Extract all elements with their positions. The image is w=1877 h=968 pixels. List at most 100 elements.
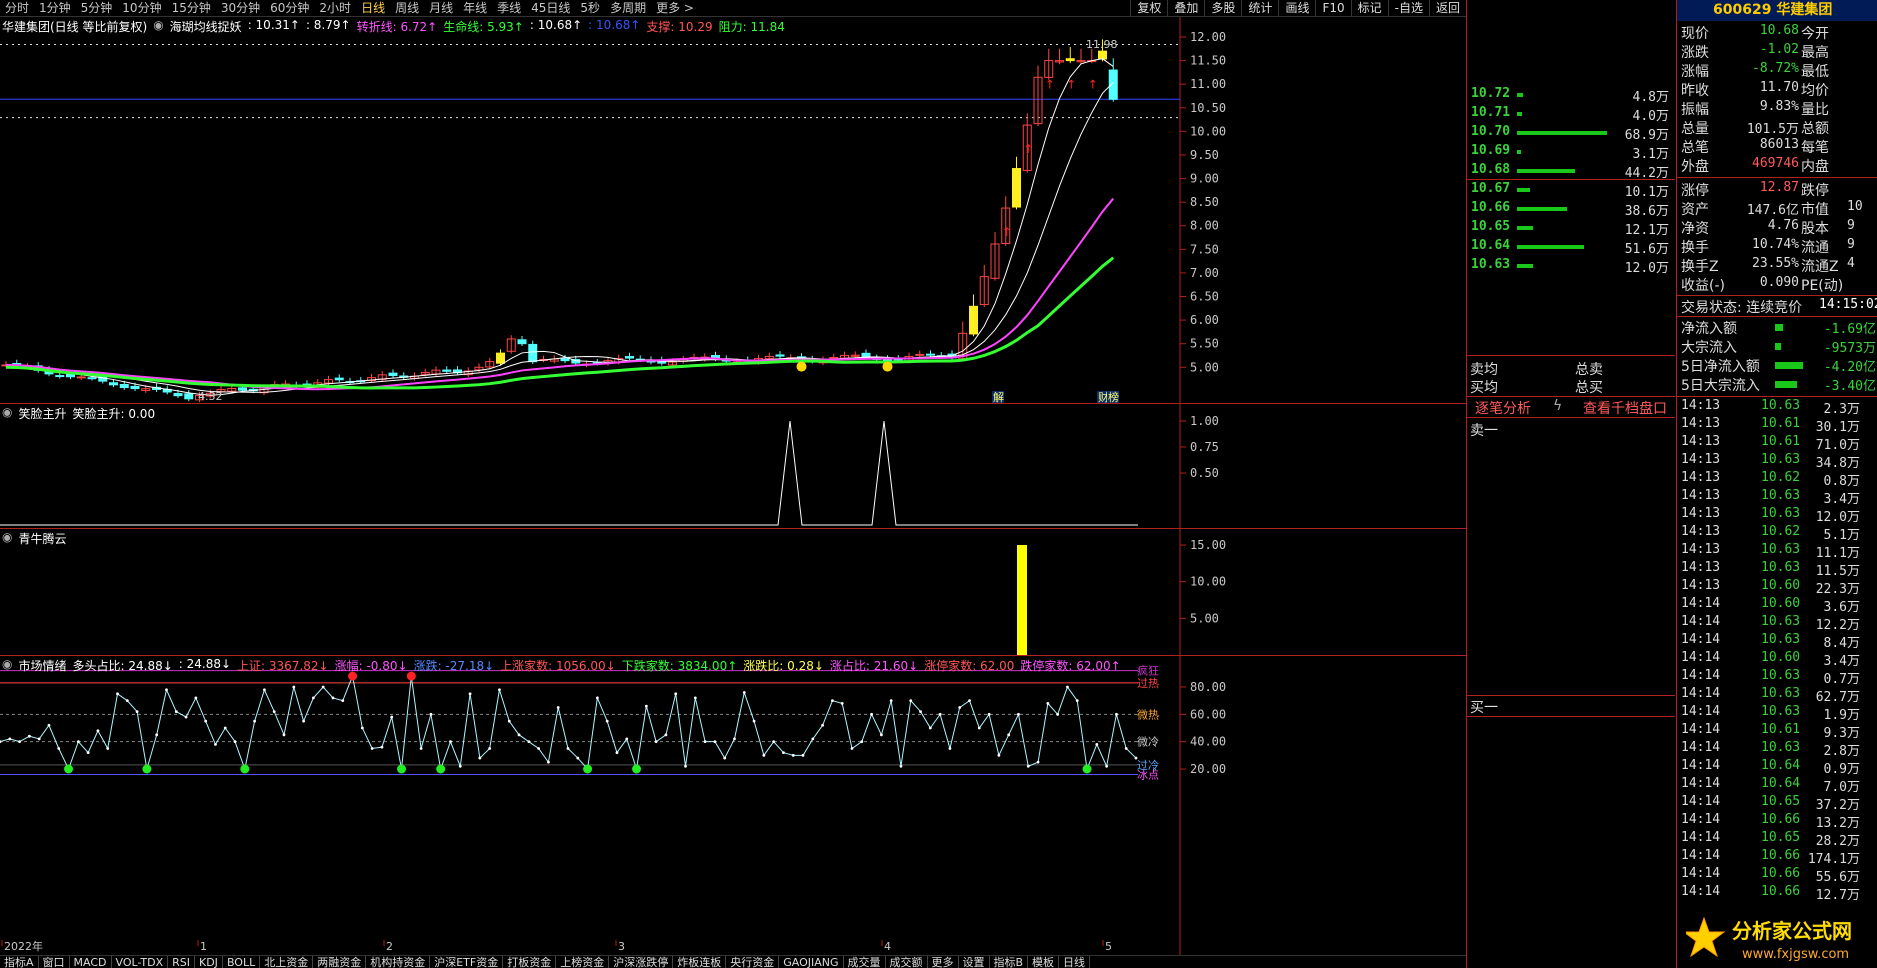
period-tab-6[interactable]: 60分钟 <box>265 0 314 17</box>
period-tab-14[interactable]: 5秒 <box>575 0 605 17</box>
indicator-tab-19[interactable]: 更多 <box>928 956 959 968</box>
period-tab-5[interactable]: 30分钟 <box>216 0 265 17</box>
period-tab-0[interactable]: 分时 <box>0 0 34 17</box>
indicator-tab-18[interactable]: 成交额 <box>886 956 928 968</box>
tick-row[interactable]: 14:14 10.65 28.2万 <box>1677 830 1877 849</box>
indicator-tab-6[interactable]: BOLL <box>223 956 261 968</box>
qiniu-panel[interactable]: ◉ 青牛腾云 15.00 10.00 5.00 <box>0 529 1466 656</box>
indicator-tab-23[interactable]: 日线 <box>1059 956 1091 968</box>
indicator-tab-17[interactable]: 成交量 <box>844 956 886 968</box>
order-book-row[interactable]: 10.64 51.6万 <box>1467 238 1675 257</box>
indicator-tab-4[interactable]: RSI <box>168 956 195 968</box>
indicator-tab-14[interactable]: 炸板连板 <box>673 956 727 968</box>
indicator-tab-3[interactable]: VOL-TDX <box>112 956 169 968</box>
tick-row[interactable]: 14:14 10.63 8.4万 <box>1677 632 1877 651</box>
tick-row[interactable]: 14:14 10.64 7.0万 <box>1677 776 1877 795</box>
sentiment-panel[interactable]: ◉ 市场情绪 多头占比: 24.88↓: 24.88↓ 上证: 3367.82↓ 涨… <box>0 656 1466 955</box>
tick-row[interactable]: 14:14 10.60 3.6万 <box>1677 596 1877 615</box>
order-book-row[interactable]: 10.65 12.1万 <box>1467 219 1675 238</box>
tick-row[interactable]: 14:13 10.63 12.0万 <box>1677 506 1877 525</box>
order-book-row[interactable]: 10.66 38.6万 <box>1467 200 1675 219</box>
tick-row[interactable]: 14:14 10.63 2.8万 <box>1677 740 1877 759</box>
indicator-tab-13[interactable]: 沪深涨跌停 <box>609 956 674 968</box>
order-book-row[interactable]: 10.69 3.1万 <box>1467 143 1675 162</box>
indicator-tab-9[interactable]: 机构持资金 <box>366 956 431 968</box>
tick-row[interactable]: 14:13 10.63 11.5万 <box>1677 560 1877 579</box>
period-tab-9[interactable]: 周线 <box>390 0 424 17</box>
tick-row[interactable]: 14:14 10.66 13.2万 <box>1677 812 1877 831</box>
tick-row[interactable]: 14:13 10.61 71.0万 <box>1677 434 1877 453</box>
kline-chart[interactable]: 12.00 11.50 11.00 10.50 10.00 9.50 9.00 8.50 8.0… <box>0 17 1466 404</box>
indicator-toggle-icon[interactable]: ◉ <box>2 405 12 422</box>
tick-row[interactable]: 14:14 10.66 12.7万 <box>1677 884 1877 903</box>
smile-chart[interactable]: 1.00 0.75 0.50 <box>0 404 1466 529</box>
period-tab-8[interactable]: 日线 <box>356 0 390 17</box>
period-tab-11[interactable]: 年线 <box>458 0 492 17</box>
indicator-tab-10[interactable]: 沪深ETF资金 <box>430 956 504 968</box>
period-tab-16[interactable]: 更多 > <box>651 0 699 17</box>
period-tab-3[interactable]: 10分钟 <box>117 0 166 17</box>
order-book-row[interactable]: 10.63 12.0万 <box>1467 257 1675 276</box>
tick-row[interactable]: 14:13 10.62 5.1万 <box>1677 524 1877 543</box>
tick-row[interactable]: 14:13 10.63 11.1万 <box>1677 542 1877 561</box>
tool-button-5[interactable]: F10 <box>1315 0 1350 17</box>
indicator-tab-16[interactable]: GAOJIANG <box>779 956 844 968</box>
indicator-toggle-icon[interactable]: ◉ <box>153 18 163 35</box>
period-tab-15[interactable]: 多周期 <box>605 0 651 17</box>
tool-button-1[interactable]: 叠加 <box>1167 0 1204 17</box>
tick-row[interactable]: 14:14 10.60 3.4万 <box>1677 650 1877 669</box>
period-tab-2[interactable]: 5分钟 <box>76 0 118 17</box>
order-book-row[interactable]: 10.72 4.8万 <box>1467 86 1675 105</box>
indicator-tab-1[interactable]: 窗口 <box>39 956 70 968</box>
tool-button-4[interactable]: 画线 <box>1278 0 1315 17</box>
indicator-tab-0[interactable]: 指标A <box>0 956 39 968</box>
tick-row[interactable]: 14:14 10.63 0.7万 <box>1677 668 1877 687</box>
tick-row[interactable]: 14:13 10.63 3.4万 <box>1677 488 1877 507</box>
tick-row[interactable]: 14:14 10.63 12.2万 <box>1677 614 1877 633</box>
tool-button-6[interactable]: 标记 <box>1350 0 1388 17</box>
tick-row[interactable]: 14:14 10.63 1.9万 <box>1677 704 1877 723</box>
period-tab-12[interactable]: 季线 <box>492 0 526 17</box>
qiniu-indicator-name[interactable]: 青牛腾云 <box>18 530 66 547</box>
sentiment-indicator-name[interactable]: 市场情绪 <box>18 657 66 674</box>
tick-row[interactable]: 14:13 10.61 30.1万 <box>1677 416 1877 435</box>
tick-row[interactable]: 14:14 10.63 62.7万 <box>1677 686 1877 705</box>
indicator-tab-12[interactable]: 上榜资金 <box>556 956 610 968</box>
tick-row[interactable]: 14:13 10.63 34.8万 <box>1677 452 1877 471</box>
tick-row[interactable]: 14:13 10.60 22.3万 <box>1677 578 1877 597</box>
period-tab-4[interactable]: 15分钟 <box>167 0 216 17</box>
tick-row[interactable]: 14:13 10.63 2.3万 <box>1677 398 1877 417</box>
tick-row[interactable]: 14:14 10.66 55.6万 <box>1677 866 1877 885</box>
indicator-tab-22[interactable]: 模板 <box>1028 956 1060 968</box>
indicator-tab-11[interactable]: 打板资金 <box>503 956 557 968</box>
order-book-row[interactable]: 10.67 10.1万 <box>1467 181 1675 200</box>
order-book-row[interactable]: 10.71 4.0万 <box>1467 105 1675 124</box>
tick-row[interactable]: 14:14 10.61 9.3万 <box>1677 722 1877 741</box>
kline-panel[interactable]: 华建集团(日线 等比前复权) ◉ 海瑚均线捉妖 : 10.31↑: 8.79↑ 转… <box>0 17 1466 404</box>
indicator-tab-15[interactable]: 央行资金 <box>726 956 780 968</box>
tick-row[interactable]: 14:14 10.64 0.9万 <box>1677 758 1877 777</box>
tick-analysis-link[interactable]: 逐笔分析 <box>1475 398 1531 418</box>
period-tab-7[interactable]: 2小时 <box>314 0 356 17</box>
tick-row[interactable]: 14:14 10.65 37.2万 <box>1677 794 1877 813</box>
indicator-tab-20[interactable]: 设置 <box>959 956 990 968</box>
view-depth-link[interactable]: 查看千档盘口 <box>1583 398 1667 418</box>
indicator-tab-2[interactable]: MACD <box>70 956 112 968</box>
indicator-name[interactable]: 海瑚均线捉妖 <box>170 18 242 35</box>
indicator-toggle-icon[interactable]: ◉ <box>2 657 12 674</box>
period-tab-1[interactable]: 1分钟 <box>34 0 76 17</box>
indicator-tab-5[interactable]: KDJ <box>195 956 223 968</box>
indicator-tab-7[interactable]: 北上资金 <box>260 956 314 968</box>
indicator-toggle-icon[interactable]: ◉ <box>2 530 12 547</box>
indicator-tab-21[interactable]: 指标B <box>990 956 1029 968</box>
tool-button-8[interactable]: 返回 <box>1428 0 1466 17</box>
smile-indicator-name[interactable]: 笑脸主升 <box>18 405 66 422</box>
tool-button-0[interactable]: 复权 <box>1130 0 1167 17</box>
tool-button-3[interactable]: 统计 <box>1241 0 1278 17</box>
tool-button-7[interactable]: -自选 <box>1387 0 1429 17</box>
qiniu-chart[interactable]: 15.00 10.00 5.00 <box>0 529 1466 656</box>
tool-button-2[interactable]: 多股 <box>1204 0 1241 17</box>
tick-row[interactable]: 14:14 10.66 174.1万 <box>1677 848 1877 867</box>
smile-panel[interactable]: ◉ 笑脸主升 笑脸主升: 0.00 1.00 0.75 0.50 <box>0 404 1466 529</box>
order-book-row[interactable]: 10.70 68.9万 <box>1467 124 1675 143</box>
